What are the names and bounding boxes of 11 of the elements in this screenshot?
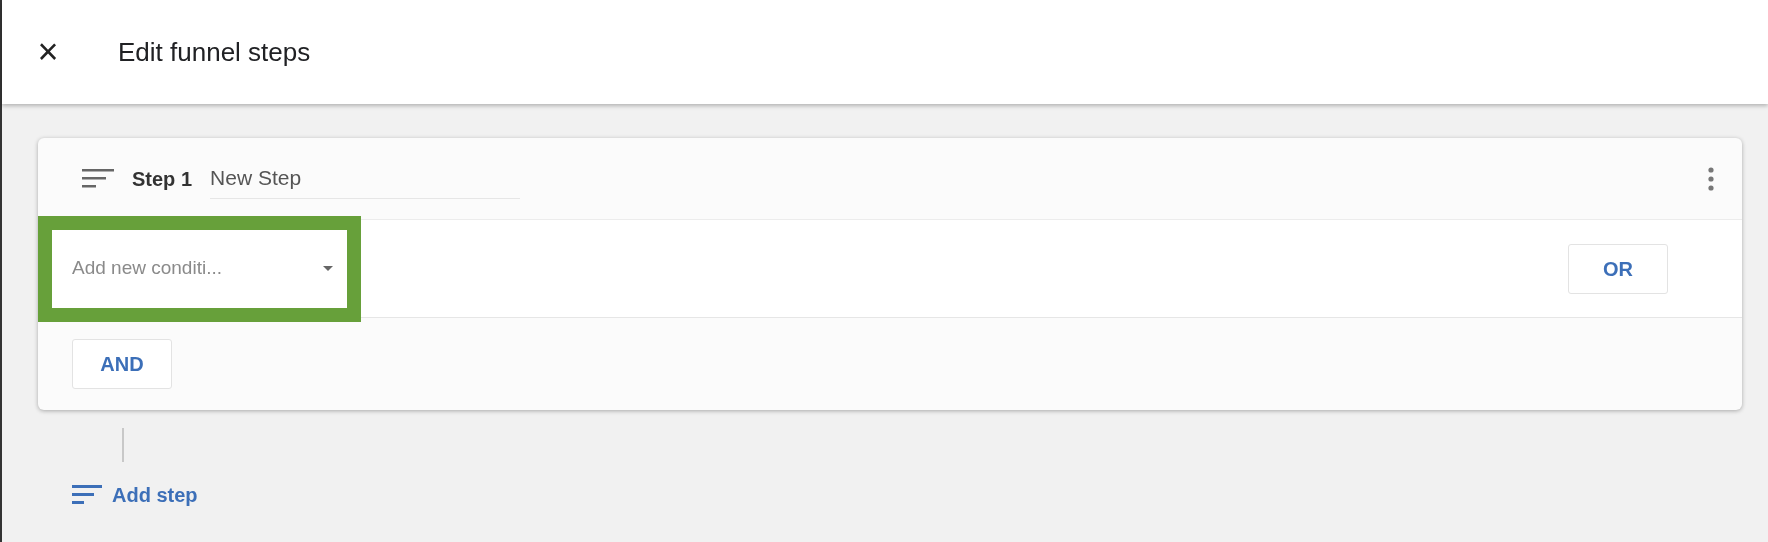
drag-handle-icon[interactable] bbox=[82, 167, 114, 190]
step-label: Step 1 bbox=[132, 166, 193, 192]
close-button[interactable]: × bbox=[30, 34, 66, 70]
dropdown-caret-icon bbox=[323, 266, 333, 271]
steps-icon bbox=[72, 484, 102, 506]
dialog-title: Edit funnel steps bbox=[118, 35, 311, 69]
step-name-field[interactable]: New Step bbox=[210, 158, 521, 199]
more-options-icon[interactable] bbox=[1708, 166, 1714, 191]
and-button[interactable]: AND bbox=[72, 339, 172, 389]
add-step-link[interactable]: Add step bbox=[72, 480, 198, 510]
or-button[interactable]: OR bbox=[1568, 243, 1668, 294]
